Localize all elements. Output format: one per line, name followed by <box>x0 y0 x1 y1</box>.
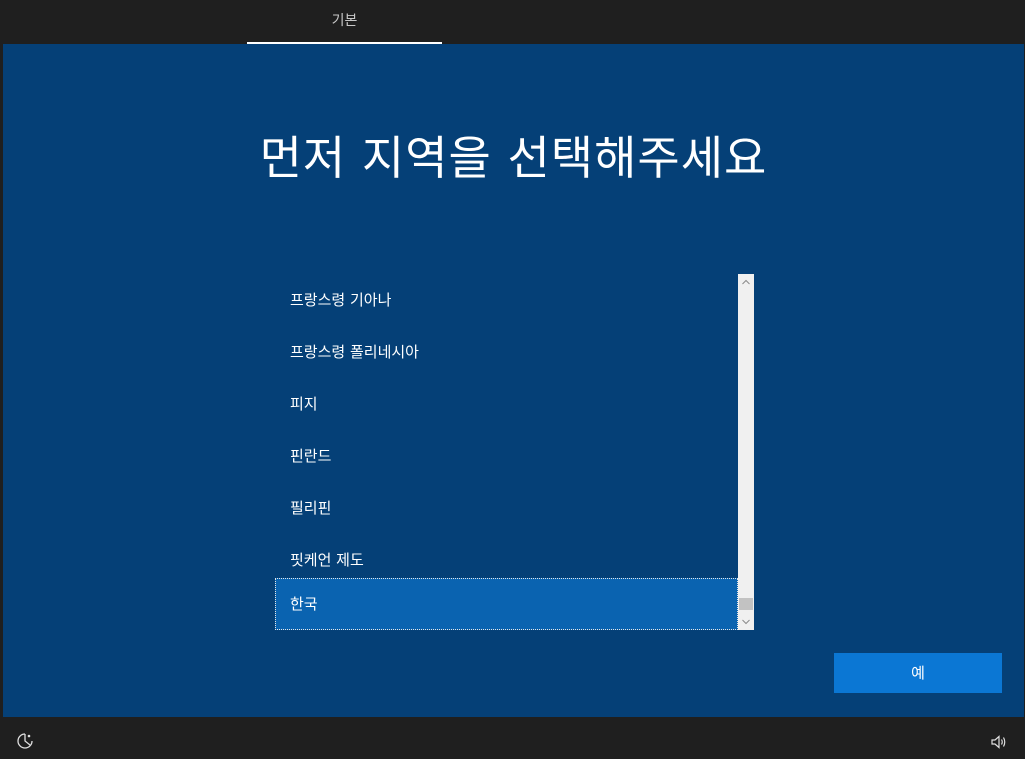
bottom-bar <box>0 717 1025 759</box>
scroll-up-icon[interactable] <box>738 274 754 290</box>
list-item[interactable]: 프랑스령 기아나 <box>275 274 738 326</box>
list-item-selected[interactable]: 한국 <box>275 578 738 630</box>
scrollbar[interactable] <box>738 274 754 630</box>
region-list[interactable]: 프랑스령 기아나 프랑스령 폴리네시아 피지 핀란드 필리핀 핏케언 제도 한국 <box>275 274 754 630</box>
page-title: 먼저 지역을 선택해주세요 <box>259 131 768 185</box>
volume-icon[interactable] <box>991 734 1007 749</box>
scroll-thumb[interactable] <box>739 598 753 610</box>
list-item[interactable]: 핀란드 <box>275 430 738 482</box>
top-bar: 기본 <box>0 0 1025 44</box>
yes-button[interactable]: 예 <box>834 653 1002 693</box>
list-item[interactable]: 필리핀 <box>275 482 738 534</box>
list-item[interactable]: 피지 <box>275 378 738 430</box>
ease-of-access-icon[interactable] <box>16 732 34 750</box>
main-panel: 먼저 지역을 선택해주세요 프랑스령 기아나 프랑스령 폴리네시아 피지 핀란드… <box>3 44 1024 717</box>
tab-basics[interactable]: 기본 <box>247 0 442 44</box>
scroll-down-icon[interactable] <box>738 614 754 630</box>
list-item[interactable]: 프랑스령 폴리네시아 <box>275 326 738 378</box>
